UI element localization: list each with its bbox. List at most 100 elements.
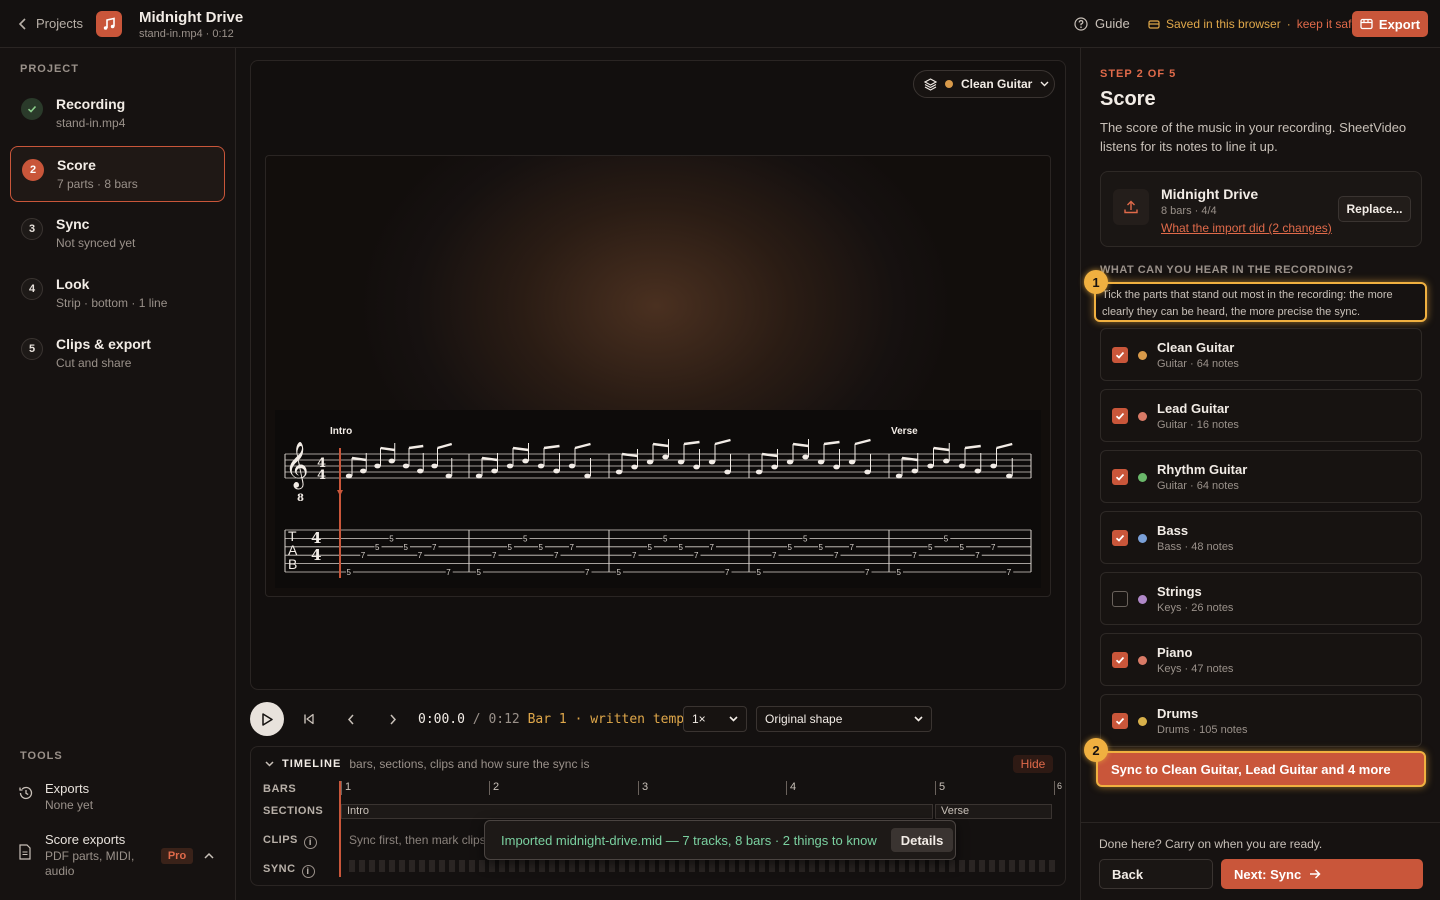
note-beam [437, 442, 453, 450]
guide-button[interactable]: Guide [1074, 16, 1130, 31]
speed-select[interactable]: 1× [683, 706, 747, 732]
info-icon[interactable]: i [301, 864, 315, 878]
hide-timeline-button[interactable]: Hide [1013, 755, 1053, 773]
fret-number: 7 [585, 568, 590, 577]
export-label: Export [1378, 16, 1421, 32]
bar-tick [1054, 781, 1055, 795]
layers-icon [924, 77, 937, 91]
part-checkbox[interactable] [1112, 469, 1128, 485]
shape-value: Original shape [765, 712, 843, 726]
timeline-header[interactable]: TIMELINE bars, sections, clips and how s… [265, 757, 589, 771]
clips-label-text: CLIPS [263, 834, 298, 846]
next-sync-button[interactable]: Next: Sync [1221, 859, 1423, 889]
part-color-dot [945, 80, 953, 88]
import-toast: Imported midnight-drive.mid — 7 tracks, … [484, 820, 956, 860]
fret-number: 7 [725, 568, 730, 577]
note-head [677, 459, 685, 465]
tool-title: Exports [45, 781, 90, 796]
sync-button[interactable]: Sync to Clean Guitar, Lead Guitar and 4 … [1096, 751, 1426, 787]
part-selector[interactable]: Clean Guitar [913, 70, 1055, 98]
part-name: Drums [1157, 706, 1199, 721]
score-exports-tool[interactable]: Score exports PDF parts, MIDI, audio [18, 832, 228, 882]
step-look[interactable]: 4 Look Strip · bottom · 1 line [10, 266, 225, 322]
part-checkbox[interactable] [1112, 591, 1128, 607]
fret-number: 5 [663, 534, 668, 543]
exports-tool[interactable]: Exports None yet [18, 781, 228, 815]
step-clips-export[interactable]: 5 Clips & export Cut and share [10, 326, 225, 382]
fret-number: 7 [912, 551, 917, 560]
bar-number: 1 [345, 781, 352, 793]
chevron-up-icon[interactable] [204, 852, 214, 860]
previous-bar-button[interactable] [340, 708, 362, 730]
fret-number: 5 [944, 534, 949, 543]
step-subtitle: 7 parts · 8 bars [57, 177, 138, 191]
skip-to-start-button[interactable] [298, 708, 320, 730]
part-checkbox[interactable] [1112, 530, 1128, 546]
note-head [755, 469, 763, 475]
bar-number: 2 [493, 781, 500, 793]
part-clean-guitar[interactable]: Clean Guitar Guitar · 64 notes [1100, 328, 1422, 381]
replace-button[interactable]: Replace... [1338, 196, 1411, 222]
part-lead-guitar[interactable]: Lead Guitar Guitar · 16 notes [1100, 389, 1422, 442]
step-number: 4 [21, 278, 43, 300]
notes-layer [345, 438, 1013, 479]
back-to-projects-link[interactable]: Projects [18, 16, 83, 31]
part-checkbox[interactable] [1112, 408, 1128, 424]
step-number: 3 [21, 218, 43, 240]
fret-number: 7 [361, 551, 366, 560]
part-color-dot [1138, 595, 1147, 604]
arrow-right-icon [1310, 869, 1321, 879]
note-head [708, 459, 716, 465]
section-block-intro[interactable]: Intro [341, 804, 933, 819]
sidebar: PROJECT Recording stand-in.mp4 2 Score 7… [0, 48, 236, 900]
export-button[interactable]: Export [1352, 11, 1428, 37]
part-checkbox[interactable] [1112, 652, 1128, 668]
timeline-panel: TIMELINE bars, sections, clips and how s… [250, 746, 1066, 886]
part-drums[interactable]: Drums Drums · 105 notes [1100, 694, 1422, 747]
part-meta: Guitar · 16 notes [1157, 419, 1239, 431]
note-head [402, 463, 410, 469]
next-bar-button[interactable] [382, 708, 404, 730]
import-changes-link[interactable]: What the import did (2 changes) [1161, 221, 1332, 235]
section-block-verse[interactable]: Verse [935, 804, 1052, 819]
back-button[interactable]: Back [1099, 859, 1213, 889]
document-icon [19, 844, 31, 860]
step-recording[interactable]: Recording stand-in.mp4 [10, 86, 225, 142]
fret-number: 5 [389, 534, 394, 543]
part-strings[interactable]: Strings Keys · 26 notes [1100, 572, 1422, 625]
note-beam [380, 446, 395, 452]
note-head [771, 464, 778, 470]
fret-number: 5 [960, 543, 965, 552]
part-rhythm-guitar[interactable]: Rhythm Guitar Guitar · 64 notes [1100, 450, 1422, 503]
part-color-dot [1138, 534, 1147, 543]
section-label-intro: Intro [330, 426, 352, 437]
timeline-playhead[interactable] [339, 781, 341, 877]
note-head [345, 473, 353, 479]
time-separator: / [472, 712, 481, 727]
play-button[interactable] [250, 702, 284, 736]
shape-select[interactable]: Original shape [756, 706, 932, 732]
step-sync[interactable]: 3 Sync Not synced yet [10, 206, 225, 262]
tempo-label: written tempo [590, 712, 692, 727]
note-head [911, 468, 918, 474]
notation-playhead [339, 448, 341, 578]
keep-it-safe-link[interactable]: keep it safe [1297, 17, 1358, 31]
footer-hint: Done here? Carry on when you are ready. [1099, 837, 1323, 851]
step-score[interactable]: 2 Score 7 parts · 8 bars [10, 146, 225, 202]
fret-number: 7 [492, 551, 497, 560]
fret-number: 5 [819, 543, 824, 552]
bar-indicator: Bar 1 [527, 712, 567, 727]
note-head [927, 463, 934, 469]
part-piano[interactable]: Piano Keys · 47 notes [1100, 633, 1422, 686]
note-head [802, 454, 809, 460]
part-bass[interactable]: Bass Bass · 48 notes [1100, 511, 1422, 564]
fret-number: 5 [897, 568, 902, 577]
bar-tick [341, 781, 342, 795]
details-button[interactable]: Details [890, 828, 954, 852]
part-color-dot [1138, 412, 1147, 421]
bar-number: 3 [642, 781, 649, 793]
part-checkbox[interactable] [1112, 713, 1128, 729]
part-checkbox[interactable] [1112, 347, 1128, 363]
chevron-left-icon [347, 714, 354, 724]
info-icon[interactable]: i [303, 835, 317, 849]
